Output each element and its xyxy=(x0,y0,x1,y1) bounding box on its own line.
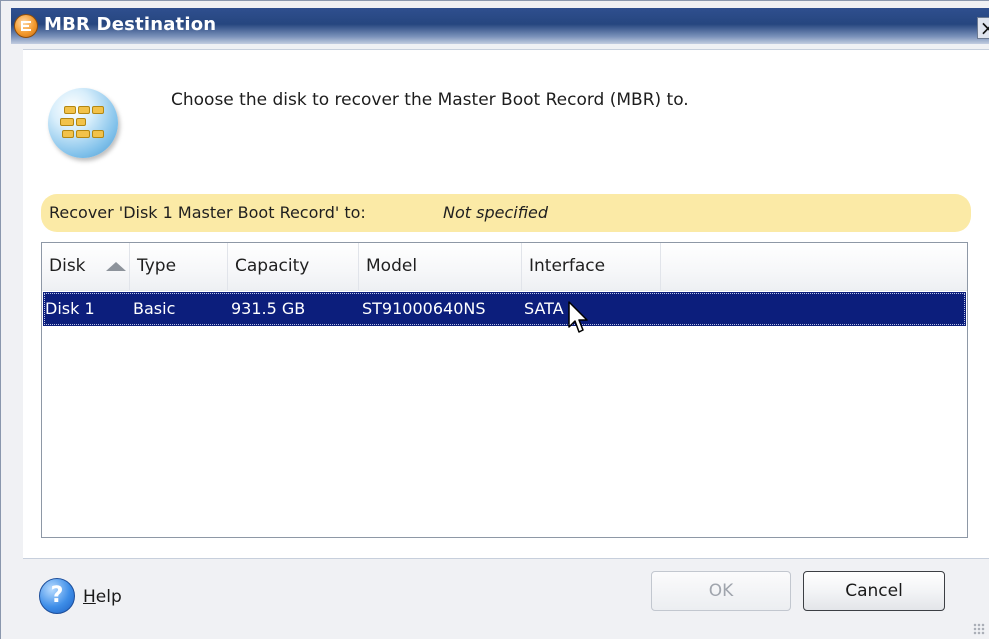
help-link[interactable]: Help xyxy=(83,587,122,607)
close-icon[interactable]: × xyxy=(977,17,989,39)
column-header-disk[interactable]: Disk xyxy=(42,243,130,290)
sort-ascending-icon xyxy=(106,262,126,271)
cell-type: Basic xyxy=(133,299,176,318)
title-bar[interactable]: MBR Destination × xyxy=(11,8,989,44)
cancel-button[interactable]: Cancel xyxy=(803,571,945,611)
resize-grip[interactable] xyxy=(973,623,985,635)
mbr-destination-dialog: MBR Destination × Choose the disk to rec… xyxy=(0,0,989,639)
cell-interface: SATA xyxy=(524,299,564,318)
status-banner: Recover 'Disk 1 Master Boot Record' to: … xyxy=(41,194,971,232)
table-row[interactable]: Disk 1 Basic 931.5 GB ST91000640NS SATA xyxy=(43,292,966,326)
disk-table[interactable]: Disk Type Capacity Model Interface Disk … xyxy=(41,242,968,538)
help-question-icon[interactable]: ? xyxy=(39,578,75,614)
app-logo-icon xyxy=(14,14,38,38)
window-title: MBR Destination xyxy=(44,14,217,35)
table-header: Disk Type Capacity Model Interface xyxy=(42,243,967,291)
cell-capacity: 931.5 GB xyxy=(231,299,306,318)
ok-button[interactable]: OK xyxy=(651,571,791,611)
cell-disk: Disk 1 xyxy=(45,299,95,318)
status-value: Not specified xyxy=(443,203,549,222)
column-header-capacity[interactable]: Capacity xyxy=(228,243,359,290)
instruction-text: Choose the disk to recover the Master Bo… xyxy=(171,90,689,110)
column-header-label: Disk xyxy=(49,256,86,276)
dialog-body: Choose the disk to recover the Master Bo… xyxy=(23,49,989,559)
column-header-model[interactable]: Model xyxy=(359,243,522,290)
mouse-pointer-icon xyxy=(568,301,588,333)
column-header-type[interactable]: Type xyxy=(130,243,228,290)
disk-partitions-icon xyxy=(48,88,118,158)
cell-model: ST91000640NS xyxy=(362,299,486,318)
status-label: Recover 'Disk 1 Master Boot Record' to: xyxy=(49,203,366,222)
column-header-interface[interactable]: Interface xyxy=(522,243,661,290)
